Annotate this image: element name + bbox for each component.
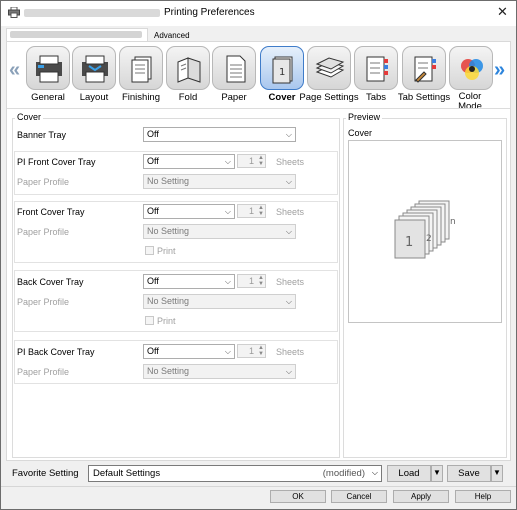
page-stack-icon: 1 2 n <box>394 200 456 259</box>
window-title: Printing Preferences <box>164 7 255 18</box>
pi-front-cover-select[interactable]: Off ⌵ <box>143 154 235 169</box>
help-button[interactable]: Help <box>455 490 511 503</box>
cover-section-title: Cover <box>15 112 44 122</box>
chevron-down-icon: ⌵ <box>285 297 292 306</box>
pi-back-cover-select[interactable]: Off ⌵ <box>143 344 235 359</box>
footer-divider <box>0 486 517 487</box>
front-print-checkbox[interactable] <box>145 246 154 255</box>
cover-icon: 1 <box>272 56 293 84</box>
back-print-label: Print <box>157 316 176 326</box>
apply-button[interactable]: Apply <box>393 490 449 503</box>
tab-main-label-redacted <box>10 31 142 38</box>
preview-subtitle: Cover <box>348 128 373 138</box>
pi-front-cover-label: PI Front Cover Tray <box>17 157 96 167</box>
back-sheets-label: Sheets <box>276 277 305 287</box>
paper-icon <box>226 55 246 83</box>
chevron-down-icon: ⌵ <box>285 177 292 186</box>
scroll-right-chevron-icon[interactable]: » <box>494 59 505 82</box>
toolbar-label-color-mode: Color Mode <box>458 91 482 112</box>
pi-front-profile-label: Paper Profile <box>17 177 70 187</box>
page-settings-button[interactable] <box>307 46 351 90</box>
save-button[interactable]: Save <box>447 465 491 482</box>
general-icon <box>36 55 62 83</box>
toolbar-label-paper: Paper <box>221 92 247 103</box>
pi-back-cover-label: PI Back Cover Tray <box>17 347 95 357</box>
toolbar-label-general: General <box>31 92 65 103</box>
load-button[interactable]: Load <box>387 465 431 482</box>
general-button[interactable] <box>26 46 70 90</box>
back-cover-label: Back Cover Tray <box>17 277 84 287</box>
color-mode-icon <box>461 59 483 80</box>
tab-settings-icon <box>414 56 436 83</box>
toolbar-label-tab-settings: Tab Settings <box>397 92 451 103</box>
page-settings-icon <box>315 57 345 78</box>
layout-icon <box>82 55 108 83</box>
back-sheets-stepper[interactable]: 1 ▲ ▼ <box>237 274 266 288</box>
tabs-button[interactable] <box>354 46 398 90</box>
save-dropdown-icon[interactable]: ▼ <box>491 465 503 482</box>
preview-title: Preview <box>346 112 383 122</box>
scroll-left-chevron-icon[interactable]: « <box>9 59 20 82</box>
color-mode-button[interactable] <box>449 46 493 90</box>
pi-front-profile-select[interactable]: No Setting ⌵ <box>143 174 296 189</box>
chevron-down-icon: ⌵ <box>285 227 292 236</box>
pi-back-profile-select[interactable]: No Setting ⌵ <box>143 364 296 379</box>
toolbar-label-finishing: Finishing <box>121 92 161 103</box>
chevron-down-icon: ⌵ <box>224 277 231 286</box>
preview-canvas: 1 2 n <box>348 140 502 323</box>
front-cover-select[interactable]: Off ⌵ <box>143 204 235 219</box>
chevron-down-icon: ⌵ <box>224 347 231 356</box>
back-print-checkbox[interactable] <box>145 316 154 325</box>
front-profile-select[interactable]: No Setting ⌵ <box>143 224 296 239</box>
finishing-icon <box>131 56 152 83</box>
back-cover-select[interactable]: Off ⌵ <box>143 274 235 289</box>
banner-tray-label: Banner Tray <box>17 130 67 140</box>
fold-icon <box>177 57 201 83</box>
tab-settings-button[interactable] <box>402 46 446 90</box>
back-profile-select[interactable]: No Setting ⌵ <box>143 294 296 309</box>
preview-page-2: 2 <box>426 234 432 244</box>
layout-button[interactable] <box>72 46 116 90</box>
back-profile-label: Paper Profile <box>17 297 70 307</box>
close-icon[interactable]: ✕ <box>497 4 508 20</box>
chevron-down-icon: ⌵ <box>371 468 378 477</box>
chevron-down-icon: ⌵ <box>224 207 231 216</box>
printer-name-redacted <box>24 9 160 17</box>
preview-page-1: 1 <box>405 235 413 250</box>
front-print-label: Print <box>157 246 176 256</box>
cancel-button[interactable]: Cancel <box>331 490 387 503</box>
cover-button[interactable]: 1 <box>260 46 304 90</box>
fold-button[interactable] <box>166 46 210 90</box>
front-cover-label: Front Cover Tray <box>17 207 85 217</box>
svg-text:1: 1 <box>279 67 285 78</box>
favorite-setting-select[interactable]: Default Settings (modified) ⌵ <box>88 465 382 482</box>
pi-back-sheets-label: Sheets <box>276 347 305 357</box>
printer-icon <box>8 7 20 18</box>
pi-front-sheets-label: Sheets <box>276 157 305 167</box>
pi-back-profile-label: Paper Profile <box>17 367 70 377</box>
pi-back-sheets-stepper[interactable]: 1 ▲ ▼ <box>237 344 266 358</box>
toolbar-label-layout: Layout <box>79 92 109 103</box>
front-profile-label: Paper Profile <box>17 227 70 237</box>
favorite-modified-indicator: (modified) <box>322 468 365 479</box>
chevron-down-icon: ⌵ <box>224 157 231 166</box>
front-sheets-label: Sheets <box>276 207 305 217</box>
load-dropdown-icon[interactable]: ▼ <box>431 465 443 482</box>
ok-button[interactable]: OK <box>270 490 326 503</box>
chevron-down-icon: ⌵ <box>285 130 292 139</box>
toolbar-label-fold: Fold <box>178 92 198 103</box>
tabs-icon <box>366 56 388 82</box>
divider <box>7 108 510 109</box>
paper-button[interactable] <box>212 46 256 90</box>
front-sheets-stepper[interactable]: 1 ▲ ▼ <box>237 204 266 218</box>
finishing-button[interactable] <box>119 46 163 90</box>
pi-front-sheets-stepper[interactable]: 1 ▲ ▼ <box>237 154 266 168</box>
favorite-setting-label: Favorite Setting <box>12 468 79 479</box>
chevron-down-icon: ⌵ <box>285 367 292 376</box>
preview-page-n: n <box>450 217 456 227</box>
banner-tray-select[interactable]: Off ⌵ <box>143 127 296 142</box>
